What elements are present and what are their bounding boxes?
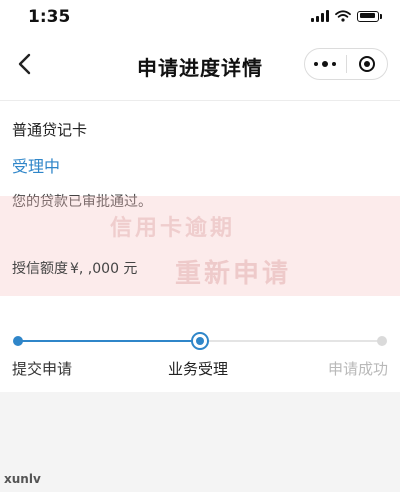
step-label-submit: 提交申请 — [12, 360, 73, 378]
navigation-bar: 申请进度详情 — [0, 36, 400, 92]
step-dot-pending — [377, 336, 387, 346]
step-label-processing: 业务受理 — [168, 360, 229, 378]
battery-cap — [380, 13, 382, 19]
more-button[interactable] — [305, 49, 346, 79]
progress-stepper: 提交申请 业务受理 申请成功 — [0, 322, 400, 392]
progress-fill — [18, 340, 200, 342]
more-dots-icon — [314, 61, 337, 67]
step-dot-done — [13, 336, 23, 346]
status-bar: 1:35 — [0, 0, 400, 36]
header-divider — [0, 100, 400, 101]
mini-program-capsule — [304, 48, 388, 80]
watermark-text-line1: 信用卡逾期 — [110, 216, 236, 241]
application-status: 受理中 — [12, 157, 61, 176]
close-mini-program-button[interactable] — [347, 49, 388, 79]
watermark-text-line2: 重新申请 — [175, 259, 292, 289]
credit-limit-value: ¥, ,000 元 — [70, 261, 138, 277]
wifi-icon — [335, 10, 351, 22]
card-name: 普通贷记卡 — [12, 121, 88, 139]
credit-limit-label: 授信额度 — [12, 261, 68, 277]
source-watermark: xunlv — [4, 472, 41, 486]
step-label-success: 申请成功 — [327, 360, 388, 378]
status-time: 1:35 — [28, 7, 71, 27]
status-icons — [311, 10, 382, 22]
content-background — [0, 392, 400, 492]
battery-icon — [357, 10, 379, 22]
step-dot-current — [191, 332, 209, 350]
credit-limit-row: 授信额度 ¥, ,000 元 — [12, 258, 137, 278]
cellular-signal-icon — [311, 10, 329, 22]
target-circle-icon — [358, 56, 375, 72]
